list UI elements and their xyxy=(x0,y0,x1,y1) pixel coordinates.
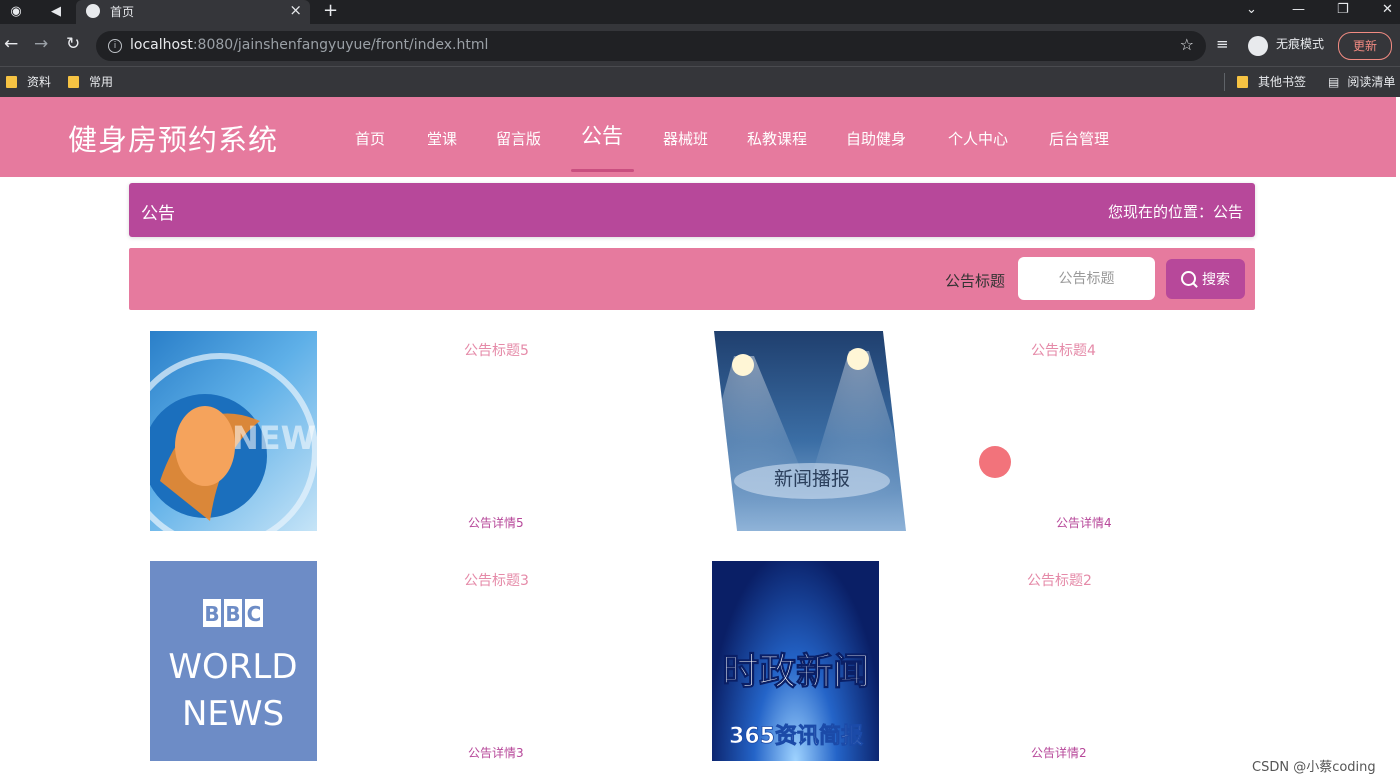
reading-mode-icon[interactable]: ≡ xyxy=(1216,34,1229,54)
bookmark-other[interactable]: 其他书签 xyxy=(1237,73,1306,91)
mute-icon[interactable]: ◀ xyxy=(46,2,66,22)
bookmarks-bar: 资料 常用 其他书签 ▤ 阅读清单 xyxy=(0,66,1400,97)
svg-text:B: B xyxy=(225,602,240,626)
bookmark-folder-ziliao[interactable]: 资料 xyxy=(6,73,51,91)
svg-text:C: C xyxy=(247,602,262,626)
minimize-icon[interactable]: — xyxy=(1292,0,1305,20)
svg-text:365资讯简报: 365资讯简报 xyxy=(729,723,863,749)
bookmark-folder-changyong[interactable]: 常用 xyxy=(68,73,113,91)
bookmark-divider xyxy=(1224,73,1225,91)
breadcrumb: 您现在的位置：公告 xyxy=(1107,203,1243,221)
forward-icon[interactable]: → xyxy=(34,34,48,54)
incognito-label: 无痕模式 xyxy=(1276,37,1325,51)
folder-icon xyxy=(68,76,79,88)
bookmark-star-icon[interactable]: ☆ xyxy=(1180,35,1194,54)
url-field[interactable]: i localhost:8080/jainshenfangyuyue/front… xyxy=(96,31,1206,61)
announcement-title-4[interactable]: 公告标题4 xyxy=(1031,340,1096,360)
nav-announcement[interactable]: 公告 xyxy=(581,120,623,150)
svg-text:B: B xyxy=(204,602,219,626)
browser-tab-strip: ◉ ◀ 首页 × + ⌄ — ❐ ✕ xyxy=(0,0,1400,24)
search-button[interactable]: 搜索 xyxy=(1166,259,1245,299)
svg-text:时政新闻: 时政新闻 xyxy=(722,650,870,693)
incognito-icon xyxy=(1248,36,1268,56)
nav-class[interactable]: 堂课 xyxy=(427,128,457,149)
reading-list[interactable]: ▤ 阅读清单 xyxy=(1328,73,1395,91)
announcement-detail-2[interactable]: 公告详情2 xyxy=(1031,744,1087,761)
announcement-detail-3[interactable]: 公告详情3 xyxy=(468,744,524,761)
back-icon[interactable]: ← xyxy=(4,34,18,54)
tab-title: 首页 xyxy=(110,5,135,19)
url-text: localhost:8080/jainshenfangyuyue/front/i… xyxy=(130,37,489,53)
svg-text:新闻播报: 新闻播报 xyxy=(774,468,850,490)
search-button-label: 搜索 xyxy=(1202,272,1230,288)
watermark: CSDN @小蔡coding xyxy=(1252,760,1376,775)
nav-user-center[interactable]: 个人中心 xyxy=(948,128,1008,149)
folder-icon xyxy=(6,76,17,88)
site-title[interactable]: 健身房预约系统 xyxy=(68,117,278,159)
restore-icon[interactable]: ❐ xyxy=(1337,0,1349,20)
nav-message-board[interactable]: 留言版 xyxy=(496,128,541,149)
address-bar-row: ← → ↻ i localhost:8080/jainshenfangyuyue… xyxy=(0,24,1400,66)
announcement-title-3[interactable]: 公告标题3 xyxy=(464,570,529,590)
current-affairs-news-image: 时政新闻 365资讯简报 xyxy=(722,650,871,750)
announcement-thumbnail-2[interactable]: 时政新闻 365资讯简报 xyxy=(712,561,879,761)
svg-text:NEWS: NEWS xyxy=(232,419,317,457)
svg-text:NEWS: NEWS xyxy=(182,694,284,734)
nav-equipment-class[interactable]: 器械班 xyxy=(663,128,708,149)
search-input[interactable] xyxy=(1018,257,1155,300)
site-header: 健身房预约系统 首页 堂课 留言版 公告 器械班 私教课程 自助健身 个人中心 … xyxy=(0,97,1396,177)
browser-tab[interactable]: 首页 × xyxy=(76,0,310,24)
nav-self-fitness[interactable]: 自助健身 xyxy=(846,128,906,149)
announcement-detail-5[interactable]: 公告详情5 xyxy=(468,514,524,531)
svg-text:WORLD: WORLD xyxy=(168,647,297,687)
nav-home[interactable]: 首页 xyxy=(355,128,385,149)
breadcrumb-bar: 公告 您现在的位置：公告 xyxy=(129,183,1255,237)
section-title: 公告 xyxy=(141,204,175,224)
announcement-title-2[interactable]: 公告标题2 xyxy=(1027,570,1092,590)
browser-icon[interactable]: ◉ xyxy=(6,2,26,22)
nav-private-course[interactable]: 私教课程 xyxy=(747,128,807,149)
news-globe-image: NEWS xyxy=(150,353,317,531)
site-info-icon[interactable]: i xyxy=(108,39,122,53)
spotlight-news-image: 新闻播报 xyxy=(714,348,906,501)
tab-close-icon[interactable]: × xyxy=(289,1,302,19)
window-close-icon[interactable]: ✕ xyxy=(1382,0,1393,20)
search-label: 公告标题 xyxy=(945,272,1006,290)
new-tab-icon[interactable]: + xyxy=(323,0,338,22)
nav-admin[interactable]: 后台管理 xyxy=(1049,128,1109,149)
reading-list-icon: ▤ xyxy=(1328,75,1340,89)
reload-icon[interactable]: ↻ xyxy=(66,34,80,54)
announcement-thumbnail-4[interactable]: 新闻播报 xyxy=(714,331,906,531)
update-button[interactable]: 更新 xyxy=(1338,32,1392,60)
pointer-cursor-icon xyxy=(979,446,1011,478)
search-panel: 公告标题 搜索 xyxy=(129,248,1255,310)
tab-search-icon[interactable]: ⌄ xyxy=(1246,0,1257,20)
announcement-detail-4[interactable]: 公告详情4 xyxy=(1056,514,1112,531)
announcement-thumbnail-5[interactable]: NEWS xyxy=(150,331,317,531)
active-nav-indicator xyxy=(571,169,634,172)
announcement-title-5[interactable]: 公告标题5 xyxy=(464,340,529,360)
globe-icon xyxy=(86,4,100,18)
bbc-world-news-image: B B C WORLD NEWS xyxy=(168,599,298,734)
search-icon xyxy=(1181,271,1196,286)
announcement-thumbnail-3[interactable]: B B C WORLD NEWS xyxy=(150,561,317,761)
folder-icon xyxy=(1237,76,1248,88)
